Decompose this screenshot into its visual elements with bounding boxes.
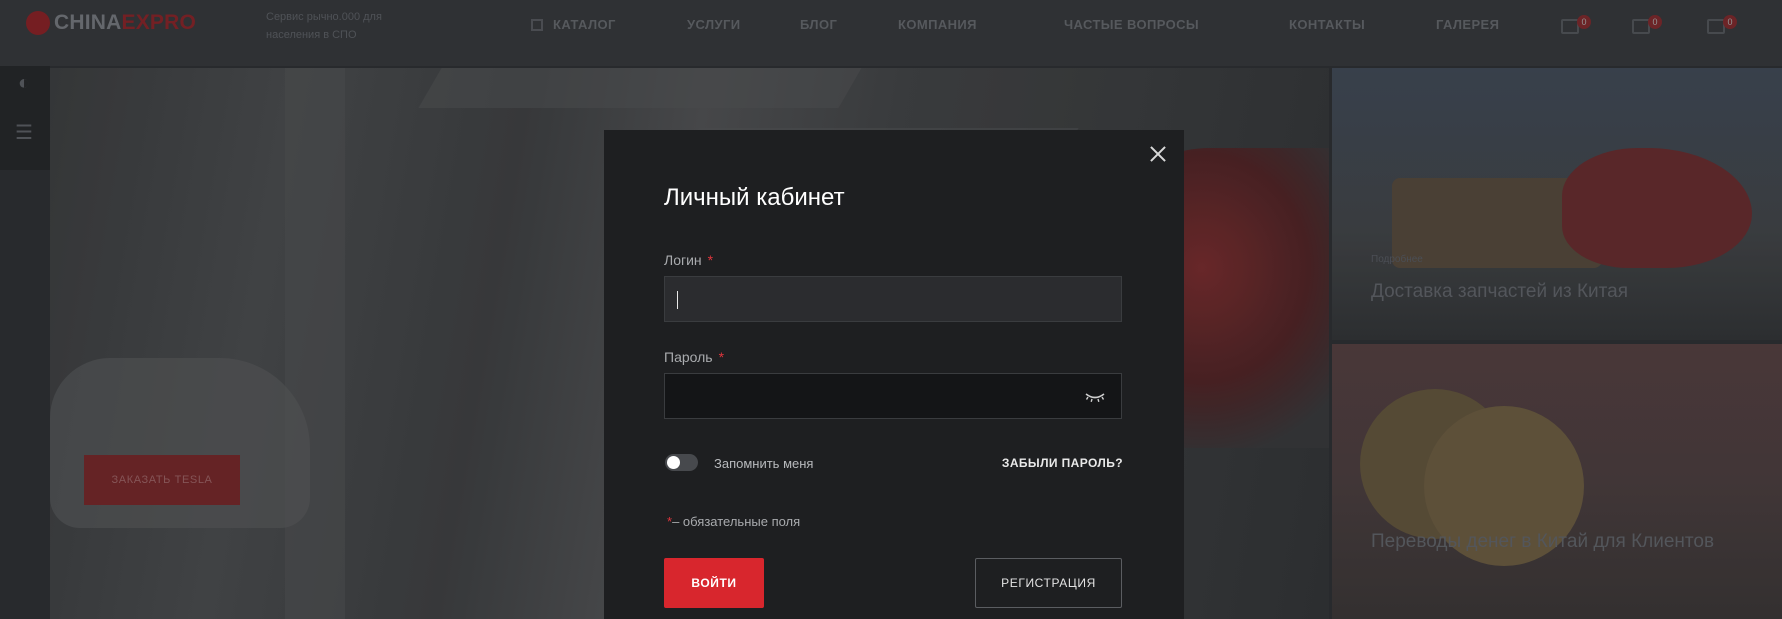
close-icon[interactable]: [1146, 142, 1170, 166]
eye-closed-icon[interactable]: [1084, 388, 1106, 404]
required-note-text: – обязательные поля: [672, 514, 801, 529]
remember-me-label[interactable]: Запомнить меня: [714, 456, 813, 471]
required-fields-note: *– обязательные поля: [667, 514, 800, 529]
password-label-text: Пароль: [664, 349, 713, 365]
forgot-password-link[interactable]: ЗАБЫЛИ ПАРОЛЬ?: [1002, 456, 1123, 470]
remember-me-toggle[interactable]: [665, 454, 698, 471]
required-mark: *: [718, 349, 725, 365]
login-modal: Личный кабинет Логин * Пароль * Запомнить …: [604, 130, 1184, 619]
text-caret: [677, 291, 678, 309]
password-label: Пароль *: [664, 349, 724, 365]
password-input[interactable]: [664, 373, 1122, 419]
register-button[interactable]: РЕГИСТРАЦИЯ: [975, 558, 1122, 608]
login-input[interactable]: [664, 276, 1122, 322]
toggle-knob: [667, 456, 680, 469]
login-button[interactable]: ВОЙТИ: [664, 558, 764, 608]
modal-title: Личный кабинет: [664, 184, 845, 211]
login-label-text: Логин: [664, 252, 702, 268]
required-mark: *: [707, 252, 714, 268]
login-label: Логин *: [664, 252, 713, 268]
